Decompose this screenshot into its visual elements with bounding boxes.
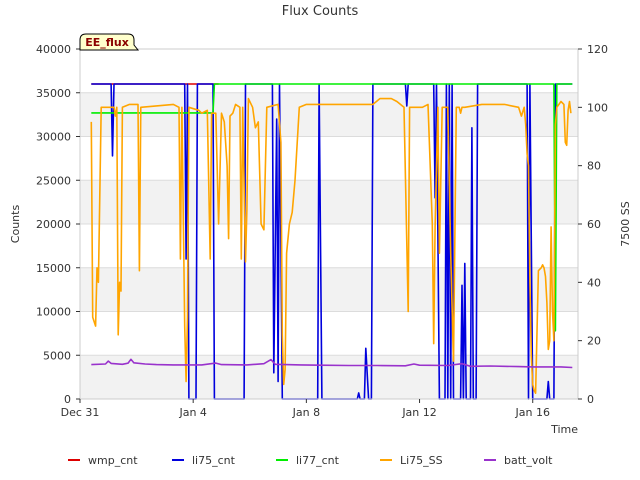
legend-item: Li75_SS xyxy=(380,454,443,467)
y-tick-label: 20000 xyxy=(36,218,71,231)
y-tick-label: 10000 xyxy=(36,306,71,319)
y-tick-label: 25000 xyxy=(36,174,71,187)
legend-label: li75_cnt xyxy=(192,454,236,467)
y-right-tick-label: 20 xyxy=(587,335,601,348)
y-right-tick-label: 40 xyxy=(587,276,601,289)
y-right-tick-label: 0 xyxy=(587,393,594,406)
y-right-tick-label: 100 xyxy=(587,101,608,114)
flux-counts-chart: 0 5000 10000 15000 20000 25000 30000 35000 40000… xyxy=(9,4,632,467)
legend-item: batt_volt xyxy=(484,454,553,467)
x-axis-label: Time xyxy=(550,423,578,436)
background-band xyxy=(80,180,578,224)
ee-flux-annotation: EE_flux xyxy=(79,33,140,51)
x-tick-label: Jan 12 xyxy=(401,406,436,419)
y-tick-label: 30000 xyxy=(36,131,71,144)
background-band xyxy=(80,267,578,312)
x-tick-label: Jan 8 xyxy=(292,406,320,419)
annotation-text: EE_flux xyxy=(85,36,129,49)
chart-title: Flux Counts xyxy=(282,4,359,19)
x-tick-label: Jan 4 xyxy=(178,406,206,419)
legend-label: wmp_cnt xyxy=(88,454,138,467)
background-band xyxy=(80,92,578,137)
y-right-tick-label: 80 xyxy=(587,160,601,173)
legend-label: Li75_SS xyxy=(400,454,443,467)
legend-item: li77_cnt xyxy=(276,454,340,467)
legend: wmp_cnt li75_cnt li77_cnt Li75_SS batt_volt xyxy=(68,454,553,467)
x-tick-label: Dec 31 xyxy=(61,406,100,419)
legend-label: batt_volt xyxy=(504,454,553,467)
y-tick-label: 0 xyxy=(64,393,71,406)
background-band xyxy=(80,355,578,399)
y-axis-right-label: 7500 SS xyxy=(619,201,632,246)
x-tick-label: Jan 16 xyxy=(515,406,550,419)
y-tick-label: 15000 xyxy=(36,262,71,275)
y-tick-label: 5000 xyxy=(43,349,71,362)
y-right-tick-label: 60 xyxy=(587,218,601,231)
legend-label: li77_cnt xyxy=(296,454,340,467)
y-tick-label: 40000 xyxy=(36,43,71,56)
y-tick-label: 35000 xyxy=(36,87,71,100)
y-axis-label: Counts xyxy=(9,205,22,244)
y-right-tick-label: 120 xyxy=(587,43,608,56)
legend-item: wmp_cnt xyxy=(68,454,138,467)
legend-item: li75_cnt xyxy=(172,454,236,467)
